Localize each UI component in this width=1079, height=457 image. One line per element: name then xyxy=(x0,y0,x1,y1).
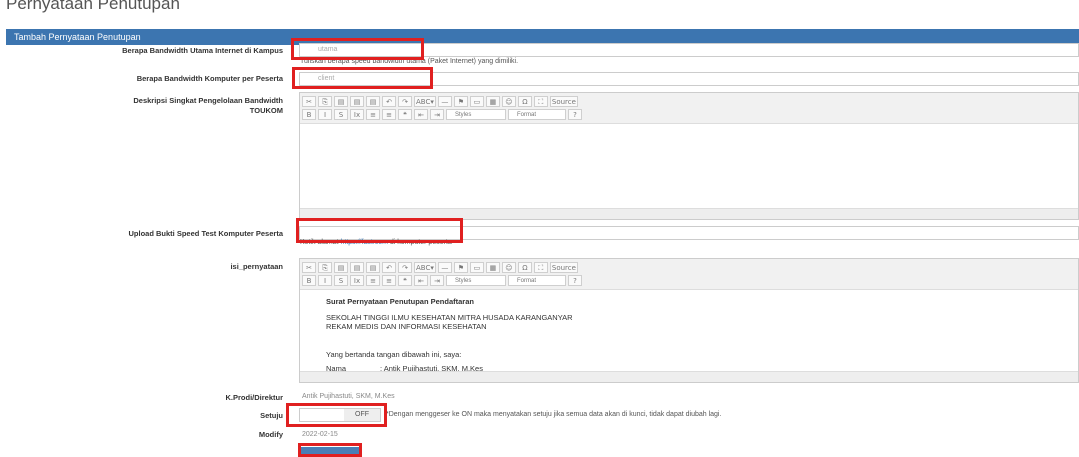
modify-value: 2022-02-15 xyxy=(302,431,338,438)
statement-editor[interactable]: ✂ ⎘ ▤ ▤ ▤ ↶ ↷ ABC▾ — ⚑ ▭ ▦ ☺ Ω ⛶ Source … xyxy=(299,258,1079,383)
page-title: Pernyataan Penutupan xyxy=(6,0,180,13)
outdent-icon[interactable]: ⇤ xyxy=(414,275,428,286)
special-char-icon[interactable]: Ω xyxy=(517,96,532,107)
statement-label: isi_pernyataan xyxy=(230,262,283,271)
doc-title: Surat Pernyataan Penutupan Pendaftaran xyxy=(326,297,474,306)
agree-note: *Dengan menggeser ke ON maka menyatakan … xyxy=(386,411,722,418)
maximize-icon[interactable]: ⛶ xyxy=(533,96,548,107)
kprodi-value: Antik Pujihastuti, SKM, M.Kes xyxy=(302,393,395,400)
styles-dropdown[interactable]: Styles xyxy=(446,275,506,286)
numbered-list-icon[interactable]: ≡ xyxy=(366,275,380,286)
numbered-list-icon[interactable]: ≡ xyxy=(366,109,380,120)
table-icon[interactable]: ▦ xyxy=(485,96,500,107)
modify-label: Modify xyxy=(258,430,283,439)
help-icon[interactable]: ? xyxy=(568,275,582,286)
strike-icon[interactable]: S xyxy=(334,275,348,286)
redo-icon[interactable]: ↷ xyxy=(398,262,412,273)
paste-icon[interactable]: ▤ xyxy=(334,96,348,107)
kprodi-label: K.Prodi/Direktur xyxy=(225,393,283,402)
strike-icon[interactable]: S xyxy=(334,109,348,120)
agree-label: Setuju xyxy=(260,411,283,420)
doc-line3: Yang bertanda tangan dibawah ini, saya: xyxy=(326,350,462,359)
doc-line1: SEKOLAH TINGGI ILMU KESEHATAN MITRA HUSA… xyxy=(326,313,573,322)
editor-statusbar xyxy=(300,371,1078,382)
help-icon[interactable]: ? xyxy=(568,109,582,120)
paste-word-icon[interactable]: ▤ xyxy=(366,262,380,273)
description-label: Deskripsi Singkat Pengelolaan Bandwidth … xyxy=(133,96,283,116)
paste-text-icon[interactable]: ▤ xyxy=(350,96,364,107)
anchor-icon[interactable]: ⚑ xyxy=(453,262,468,273)
bandwidth-main-label: Berapa Bandwidth Utama Internet di Kampu… xyxy=(122,46,283,55)
italic-icon[interactable]: I xyxy=(318,275,332,286)
description-editor[interactable]: ✂ ⎘ ▤ ▤ ▤ ↶ ↷ ABC▾ — ⚑ ▭ ▦ ☺ Ω ⛶ Source … xyxy=(299,92,1079,220)
anchor-icon[interactable]: ⚑ xyxy=(453,96,468,107)
highlight-box xyxy=(291,38,424,60)
undo-icon[interactable]: ↶ xyxy=(382,262,396,273)
paste-text-icon[interactable]: ▤ xyxy=(350,262,364,273)
remove-format-icon[interactable]: Ix xyxy=(350,109,364,120)
redo-icon[interactable]: ↷ xyxy=(398,96,412,107)
bold-icon[interactable]: B xyxy=(302,275,316,286)
styles-dropdown[interactable]: Styles xyxy=(446,109,506,120)
editor-toolbar: ✂ ⎘ ▤ ▤ ▤ ↶ ↷ ABC▾ — ⚑ ▭ ▦ ☺ Ω ⛶ Source … xyxy=(300,93,1078,124)
editor-toolbar: ✂ ⎘ ▤ ▤ ▤ ↶ ↷ ABC▾ — ⚑ ▭ ▦ ☺ Ω ⛶ Source … xyxy=(300,259,1078,290)
hr-icon[interactable]: — xyxy=(437,96,452,107)
maximize-icon[interactable]: ⛶ xyxy=(533,262,548,273)
smiley-icon[interactable]: ☺ xyxy=(501,262,516,273)
remove-format-icon[interactable]: Ix xyxy=(350,275,364,286)
table-icon[interactable]: ▦ xyxy=(485,262,500,273)
copy-icon[interactable]: ⎘ xyxy=(318,96,332,107)
hr-icon[interactable]: — xyxy=(437,262,452,273)
undo-icon[interactable]: ↶ xyxy=(382,96,396,107)
highlight-box xyxy=(286,403,387,427)
highlight-box xyxy=(298,443,362,457)
blockquote-icon[interactable]: ❝ xyxy=(398,275,412,286)
paste-icon[interactable]: ▤ xyxy=(334,262,348,273)
description-label-line1: Deskripsi Singkat Pengelolaan Bandwidth xyxy=(133,96,283,105)
bulleted-list-icon[interactable]: ≡ xyxy=(382,275,396,286)
format-dropdown[interactable]: Format xyxy=(508,275,566,286)
paste-word-icon[interactable]: ▤ xyxy=(366,96,380,107)
image-icon[interactable]: ▭ xyxy=(469,262,484,273)
source-button[interactable]: Source xyxy=(549,96,578,107)
format-dropdown[interactable]: Format xyxy=(508,109,566,120)
indent-icon[interactable]: ⇥ xyxy=(430,109,444,120)
cut-icon[interactable]: ✂ xyxy=(302,262,316,273)
source-button[interactable]: Source xyxy=(549,262,578,273)
upload-label: Upload Bukti Speed Test Komputer Peserta xyxy=(128,229,283,238)
bold-icon[interactable]: B xyxy=(302,109,316,120)
spellcheck-icon[interactable]: ABC▾ xyxy=(414,96,436,107)
image-icon[interactable]: ▭ xyxy=(469,96,484,107)
smiley-icon[interactable]: ☺ xyxy=(501,96,516,107)
highlight-box xyxy=(292,67,433,89)
blockquote-icon[interactable]: ❝ xyxy=(398,109,412,120)
copy-icon[interactable]: ⎘ xyxy=(318,262,332,273)
italic-icon[interactable]: I xyxy=(318,109,332,120)
cut-icon[interactable]: ✂ xyxy=(302,96,316,107)
indent-icon[interactable]: ⇥ xyxy=(430,275,444,286)
bandwidth-user-label: Berapa Bandwidth Komputer per Peserta xyxy=(136,74,283,83)
bulleted-list-icon[interactable]: ≡ xyxy=(382,109,396,120)
special-char-icon[interactable]: Ω xyxy=(517,262,532,273)
highlight-box xyxy=(296,218,463,243)
doc-line2: REKAM MEDIS DAN INFORMASI KESEHATAN xyxy=(326,322,487,331)
description-label-line2: TOUKOM xyxy=(249,106,283,115)
spellcheck-icon[interactable]: ABC▾ xyxy=(414,262,436,273)
outdent-icon[interactable]: ⇤ xyxy=(414,109,428,120)
